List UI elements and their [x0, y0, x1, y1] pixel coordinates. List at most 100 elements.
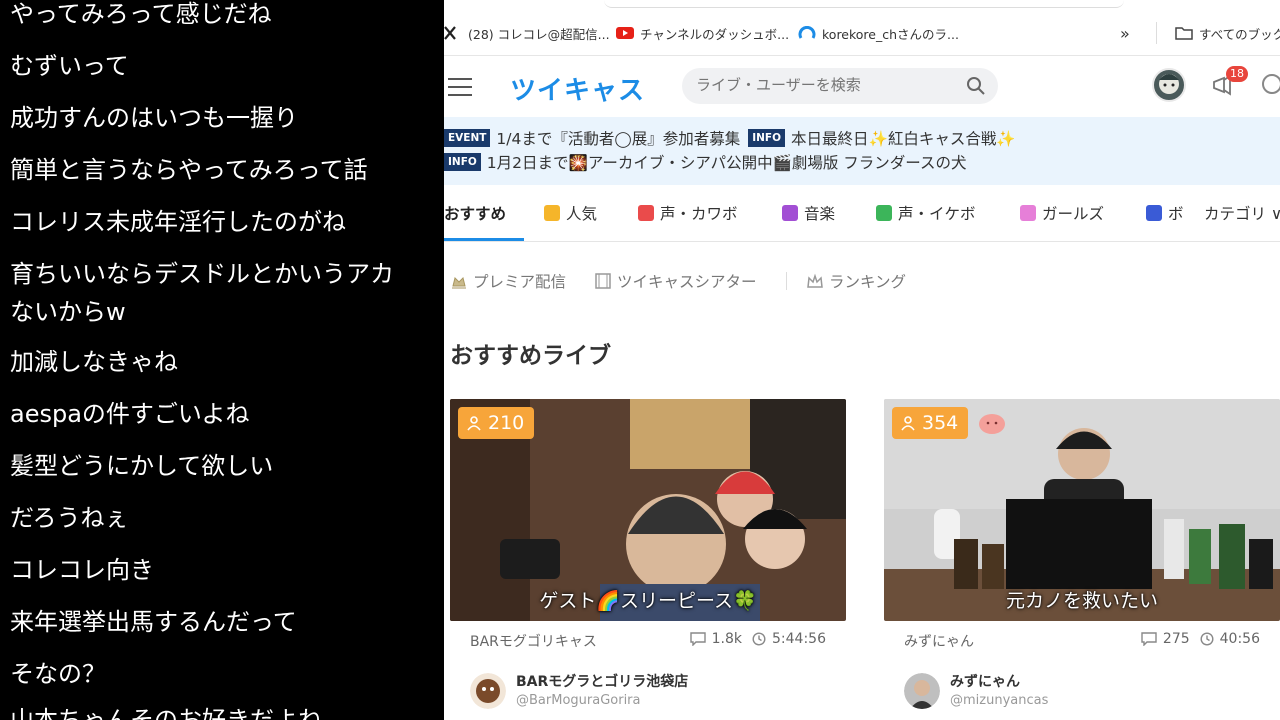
- premium-link[interactable]: プレミア配信: [450, 270, 566, 292]
- tab-more[interactable]: ボ: [1146, 202, 1184, 224]
- browser-viewport: (28) コレコレ@超配信... チャンネルのダッシュボ... korekore…: [444, 0, 1280, 720]
- live-title: 元カノを救いたい: [1005, 590, 1158, 612]
- folder-icon: [1175, 26, 1193, 40]
- mic-icon: [876, 205, 892, 221]
- film-icon: [594, 272, 612, 290]
- comment-line: aespaの件すごいよね: [10, 400, 250, 428]
- broadcaster-id: @BarMoguraGorira: [516, 693, 641, 708]
- crown-icon: [544, 205, 560, 221]
- site-logo[interactable]: ツイキャス: [510, 70, 645, 107]
- comment-line: コレリス未成年淫行したのがね: [10, 208, 346, 236]
- broadcaster-id: @mizunyancas: [950, 693, 1049, 708]
- comment-line: 山本ちゃんそのお好きだよね: [10, 706, 322, 720]
- section-title: おすすめライブ: [450, 343, 611, 369]
- theater-link[interactable]: ツイキャスシアター: [594, 270, 757, 292]
- broadcaster-name[interactable]: みずにゃん: [950, 671, 1020, 691]
- category-tabs: おすすめ 人気 声・カワボ 音楽 声・イケボ ガールズ ボ カテゴリ ∨: [444, 186, 1280, 242]
- channel-name: みずにゃん: [904, 634, 974, 650]
- search-box[interactable]: [682, 68, 998, 104]
- viewer-count: 210: [458, 407, 535, 439]
- heart-icon: [638, 205, 654, 221]
- comment-line: ないからw: [10, 298, 126, 326]
- card-meta: みずにゃん 275 40:56: [904, 631, 1260, 653]
- comment-line: そなの？: [10, 660, 106, 688]
- bookmark-item[interactable]: korekore_chさんのラ...: [798, 22, 959, 44]
- active-tab-indicator: [444, 238, 524, 241]
- live-thumbnail[interactable]: 210 ゲスト🌈スリーピース🍀: [450, 399, 846, 621]
- ranking-link[interactable]: ランキング: [806, 270, 906, 292]
- channel-name: BARモグゴリキャス: [470, 634, 597, 650]
- youtube-icon: [616, 26, 634, 40]
- live-card[interactable]: 210 ゲスト🌈スリーピース🍀 BARモグゴリキャス 1.8k 5:44:56 …: [450, 399, 846, 720]
- broadcaster-avatar[interactable]: [904, 673, 940, 709]
- news-row[interactable]: EVENT 1/4まで『活動者◯展』参加者募集 INFO 本日最終日✨紅白キャス…: [444, 127, 1016, 149]
- event-tag: EVENT: [444, 129, 491, 147]
- live-card[interactable]: 354 元カノを救いたい みずにゃん 275 40:56 みずにゃん @mizu…: [884, 399, 1280, 720]
- account-icon[interactable]: [1262, 74, 1280, 94]
- bookmarks-overflow-button[interactable]: »: [1120, 22, 1130, 44]
- comment-line: 成功すんのはいつも一握り: [10, 104, 298, 132]
- comment-line: むずいって: [10, 52, 129, 80]
- live-title: ゲスト🌈スリーピース🍀: [539, 590, 757, 612]
- duration: 5:44:56: [772, 631, 826, 647]
- tab-recommended[interactable]: おすすめ: [444, 202, 506, 224]
- crown-icon: [806, 272, 824, 290]
- search-icon[interactable]: [966, 76, 986, 100]
- notification-button[interactable]: 18: [1210, 66, 1248, 100]
- comment-line: 簡単と言うならやってみろって話: [10, 156, 368, 184]
- clock-icon: [1200, 632, 1214, 646]
- category-dropdown[interactable]: カテゴリ ∨: [1202, 202, 1280, 224]
- address-bar-edge[interactable]: [604, 0, 1124, 8]
- blob-face-icon: [978, 411, 1006, 439]
- notification-badge: 18: [1226, 66, 1248, 82]
- ribbon-icon: [1020, 205, 1036, 221]
- comment-line: 加減しなきゃね: [10, 348, 178, 376]
- clock-icon: [752, 632, 766, 646]
- broadcaster[interactable]: みずにゃん @mizunyancas: [904, 671, 1260, 711]
- comment-line: 育ちいいならデスドルとかいうアカ: [10, 260, 394, 288]
- live-thumbnail[interactable]: 354 元カノを救いたい: [884, 399, 1280, 621]
- bookmark-item[interactable]: チャンネルのダッシュボ...: [616, 22, 789, 44]
- comment-count: 1.8k: [711, 631, 743, 647]
- menu-button[interactable]: [448, 78, 472, 96]
- comment-line: コレコレ向き: [10, 556, 154, 584]
- card-meta: BARモグゴリキャス 1.8k 5:44:56: [470, 631, 826, 653]
- comment-panel: やってみろって感じだね むずいって 成功すんのはいつも一握り 簡単と言うならやっ…: [0, 0, 444, 720]
- twitcasting-icon: [798, 25, 816, 40]
- info-tag: INFO: [444, 153, 481, 171]
- info-tag: INFO: [748, 129, 786, 147]
- broadcaster-name[interactable]: BARモグラとゴリラ池袋店: [516, 671, 688, 691]
- tab-cool-voice[interactable]: 声・イケボ: [876, 202, 976, 224]
- person-icon: [901, 416, 915, 431]
- comment-line: 来年選挙出馬するんだって: [10, 608, 297, 636]
- comment-icon: [689, 632, 706, 646]
- user-avatar[interactable]: [1152, 68, 1186, 102]
- site-header: ツイキャス 18: [444, 58, 1280, 116]
- search-input[interactable]: [696, 76, 956, 94]
- bookmark-item[interactable]: (28) コレコレ@超配信...: [444, 22, 610, 44]
- x-icon: [444, 26, 460, 40]
- comment-line: だろうねぇ: [10, 504, 129, 532]
- tab-girls[interactable]: ガールズ: [1020, 202, 1104, 224]
- person-icon: [467, 416, 481, 431]
- comment-count: 275: [1162, 631, 1190, 647]
- news-banner: EVENT 1/4まで『活動者◯展』参加者募集 INFO 本日最終日✨紅白キャス…: [444, 117, 1280, 185]
- comment-icon: [1141, 632, 1157, 646]
- broadcaster-avatar[interactable]: [470, 673, 506, 709]
- comment-line: やってみろって感じだね: [10, 0, 272, 28]
- news-row[interactable]: INFO 1月2日まで🎇アーカイブ・シアパ公開中🎬劇場版 フランダースの犬: [444, 151, 967, 173]
- viewer-count: 354: [892, 407, 969, 439]
- divider: [786, 272, 787, 290]
- tab-music[interactable]: 音楽: [782, 202, 835, 224]
- broadcaster[interactable]: BARモグラとゴリラ池袋店 @BarMoguraGorira: [470, 671, 826, 711]
- bookmark-folder[interactable]: すべてのブック: [1156, 22, 1280, 44]
- tab-cute-voice[interactable]: 声・カワボ: [638, 202, 738, 224]
- bottle-icon: [1146, 205, 1162, 221]
- music-icon: [782, 205, 798, 221]
- bookmarks-bar: (28) コレコレ@超配信... チャンネルのダッシュボ... korekore…: [444, 0, 1280, 56]
- duration: 40:56: [1219, 631, 1260, 647]
- crown-hat-icon: [450, 272, 468, 290]
- sub-navigation: プレミア配信 ツイキャスシアター ランキング: [444, 264, 1280, 298]
- comment-line: 髪型どうにかして欲しい: [10, 452, 274, 480]
- tab-popular[interactable]: 人気: [544, 202, 597, 224]
